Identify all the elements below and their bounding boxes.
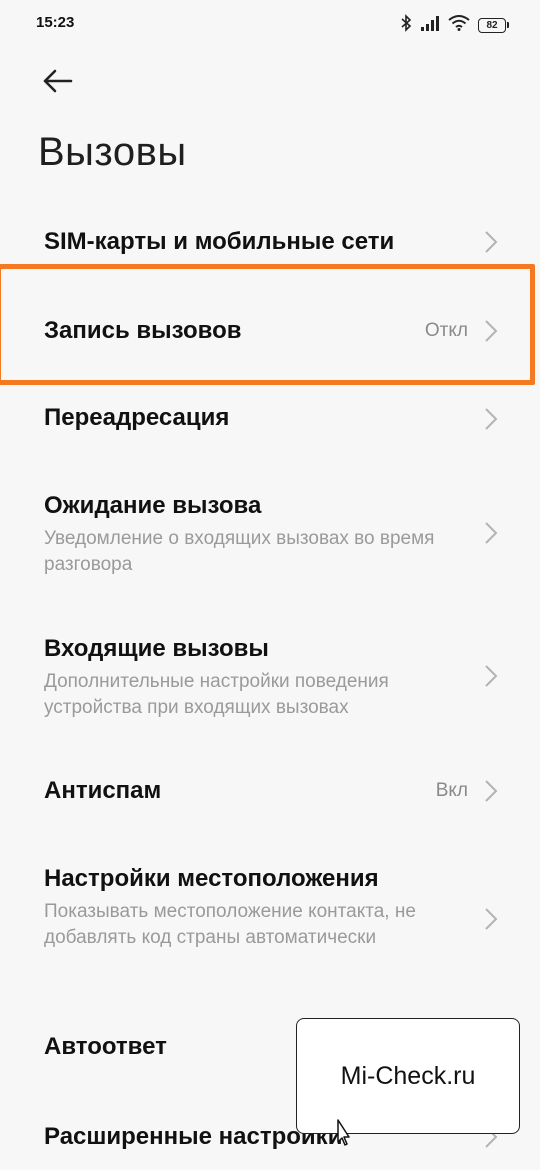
- call-forwarding-item[interactable]: Переадресация: [0, 380, 540, 460]
- call-recording-item[interactable]: Запись вызовов Откл: [0, 280, 540, 380]
- page-title: Вызовы: [38, 130, 187, 174]
- status-icons: 82: [400, 14, 509, 37]
- status-bar: 15:23 82: [0, 0, 540, 52]
- item-title: Входящие вызовы: [44, 635, 269, 662]
- wifi-icon: [448, 15, 470, 36]
- location-settings-item[interactable]: Настройки местоположения Показывать мест…: [0, 845, 540, 995]
- chevron-right-icon: [485, 522, 498, 544]
- back-arrow-icon: [43, 69, 73, 93]
- item-title: Переадресация: [44, 404, 230, 431]
- item-title: Запись вызовов: [44, 317, 242, 344]
- cursor-icon: [337, 1119, 350, 1146]
- item-value: Вкл: [435, 780, 468, 801]
- item-title: Антиспам: [44, 777, 162, 804]
- chevron-right-icon: [485, 231, 498, 253]
- incoming-calls-item[interactable]: Входящие вызовы Дополнительные настройки…: [0, 610, 540, 730]
- chevron-right-icon: [485, 780, 498, 802]
- battery-level: 82: [486, 20, 498, 31]
- antispam-item[interactable]: Антиспам Вкл: [0, 750, 540, 830]
- item-subtitle: Уведомление о входящих вызовах во время …: [44, 528, 435, 575]
- status-time: 15:23: [36, 14, 75, 31]
- chevron-right-icon: [485, 908, 498, 930]
- back-button[interactable]: [34, 60, 80, 102]
- bluetooth-icon: [400, 14, 412, 37]
- item-subtitle: Показывать местоположение контакта, не д…: [44, 901, 416, 948]
- chevron-right-icon: [485, 665, 498, 687]
- item-title: SIM-карты и мобильные сети: [44, 228, 395, 255]
- item-title: Автоответ: [44, 1033, 167, 1060]
- item-title: Настройки местоположения: [44, 865, 379, 892]
- chevron-right-icon: [485, 408, 498, 430]
- watermark-text: Mi-Check.ru: [340, 1061, 476, 1090]
- watermark-box: Mi-Check.ru: [296, 1018, 520, 1134]
- battery-icon: 82: [478, 18, 509, 33]
- item-subtitle: Дополнительные настройки поведения устро…: [44, 671, 389, 718]
- call-waiting-item[interactable]: Ожидание вызова Уведомление о входящих в…: [0, 470, 540, 590]
- chevron-right-icon: [485, 320, 498, 342]
- item-value: Откл: [424, 320, 468, 341]
- sim-cards-item[interactable]: SIM-карты и мобильные сети: [0, 210, 540, 280]
- item-title: Ожидание вызова: [44, 492, 262, 519]
- signal-icon: [420, 15, 440, 36]
